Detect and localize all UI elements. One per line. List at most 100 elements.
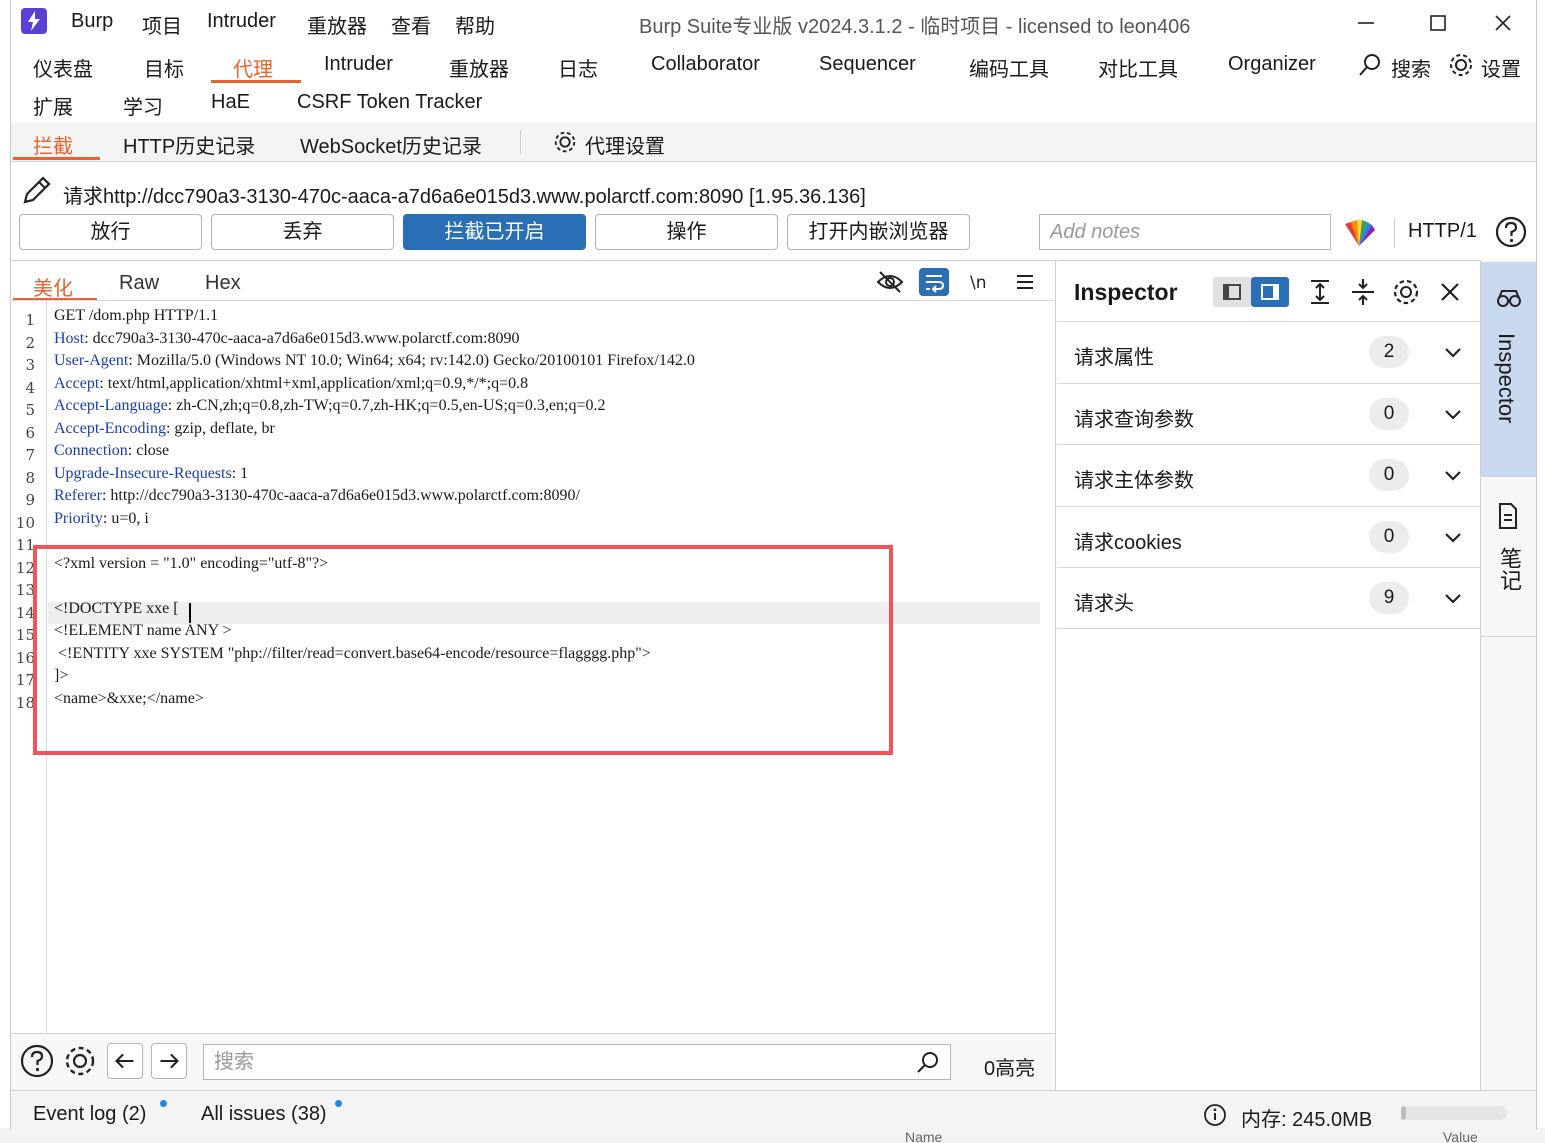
inspector-row-request-attributes[interactable]: 请求属性 2 [1057,321,1480,383]
header-key: Priority [54,509,103,527]
tab-dashboard[interactable]: 仪表盘 [33,53,93,82]
inspector-row-headers[interactable]: 请求头 9 [1057,567,1480,629]
drop-button[interactable]: 丢弃 [211,214,394,250]
issues-notification-dot [335,1100,342,1107]
annotation-highlight-box [33,545,893,755]
burp-window: Burp 项目 Intruder 重放器 查看 帮助 Burp Suite专业版… [10,0,1537,1130]
search-icon[interactable] [916,1050,940,1074]
background-window-strip: Name Value [0,1128,1545,1143]
maximize-icon[interactable] [1423,8,1453,38]
inspector-glasses-icon [1497,290,1521,307]
tab-sequencer[interactable]: Sequencer [819,53,916,76]
tab-raw[interactable]: Raw [119,272,159,295]
all-issues-button[interactable]: All issues (38) [201,1103,327,1126]
tab-csrf-token-tracker[interactable]: CSRF Token Tracker [297,91,482,114]
tab-decoder[interactable]: 编码工具 [969,53,1049,82]
search-settings-gear-icon[interactable] [62,1043,98,1079]
line-number: 15 [15,626,35,644]
tab-proxy[interactable]: 代理 [233,53,273,82]
inspector-row-cookies[interactable]: 请求cookies 0 [1057,506,1480,568]
menu-project[interactable]: 项目 [142,10,182,39]
proxy-settings-gear-icon[interactable] [551,128,579,156]
header-key: Host [54,329,85,347]
action-button[interactable]: 操作 [595,214,778,250]
tab-intercept[interactable]: 拦截 [33,130,73,159]
forward-button[interactable]: 放行 [19,214,202,250]
menu-repeater[interactable]: 重放器 [307,10,367,39]
help-icon[interactable] [19,1043,55,1079]
tab-organizer[interactable]: Organizer [1228,53,1316,76]
chevron-down-icon[interactable] [1441,402,1465,426]
svg-text:\n: \n [970,273,987,293]
active-tab-indicator [211,80,301,83]
line-number: 8 [25,468,35,487]
menu-burp[interactable]: Burp [71,10,113,33]
header-key: Connection [54,442,128,459]
layout-left-icon[interactable] [1213,277,1251,307]
tab-intruder[interactable]: Intruder [324,53,393,76]
side-tab-notes-label[interactable]: 笔记 [1493,547,1525,591]
tab-learn[interactable]: 学习 [123,91,163,120]
active-subtab-indicator [13,157,100,160]
header-value: : Mozilla/5.0 (Windows NT 10.0; Win64; x… [128,352,695,369]
chevron-down-icon[interactable] [1441,463,1465,487]
chevron-down-icon[interactable] [1441,586,1465,610]
event-log-notification-dot [160,1100,167,1107]
chevron-down-icon[interactable] [1441,525,1465,549]
menu-view[interactable]: 查看 [391,10,431,39]
tab-comparer[interactable]: 对比工具 [1098,53,1178,82]
side-tab-inspector-label: Inspector [1494,333,1519,424]
memory-usage: 内存: 245.0MB [1241,1109,1373,1130]
highlight-color-icon[interactable] [1341,216,1377,248]
global-settings-button[interactable]: 设置 [1481,53,1521,82]
menu-icon[interactable] [1010,268,1040,296]
menu-intruder[interactable]: Intruder [207,10,276,33]
tab-websocket-history[interactable]: WebSocket历史记录 [300,130,482,159]
tab-collaborator[interactable]: Collaborator [651,53,760,76]
tab-hae[interactable]: HaE [211,91,250,114]
tab-hex[interactable]: Hex [205,272,241,295]
tab-http-history[interactable]: HTTP历史记录 [123,130,255,159]
wrap-lines-icon[interactable] [919,268,949,296]
notes-input[interactable] [1039,214,1331,250]
line-number: 4 [25,378,35,397]
tab-pretty[interactable]: 美化 [33,272,73,301]
arrow-left-icon[interactable] [107,1043,143,1079]
minimize-icon[interactable] [1351,8,1381,38]
hide-eye-icon[interactable] [875,268,905,296]
close-window-icon[interactable] [1488,8,1518,38]
expand-all-icon[interactable] [1305,277,1335,307]
tab-extensions[interactable]: 扩展 [33,91,73,120]
line-number: 7 [25,446,35,464]
header-value: : close [127,442,170,459]
global-search-button[interactable]: 搜索 [1391,53,1431,82]
inspector-row-query-params[interactable]: 请求查询参数 0 [1057,383,1480,445]
intercept-toggle-button[interactable]: 拦截已开启 [403,214,586,250]
header-value: : dcc790a3-3130-470c-aaca-a7d6a6e015d3.w… [84,329,520,347]
tab-logger[interactable]: 日志 [558,53,598,82]
inspector-row-body-params[interactable]: 请求主体参数 0 [1057,444,1480,506]
tab-target[interactable]: 目标 [144,53,184,82]
tab-repeater[interactable]: 重放器 [449,53,509,82]
chevron-down-icon[interactable] [1441,340,1465,364]
http-version-label[interactable]: HTTP/1 [1408,220,1477,243]
event-log-button[interactable]: Event log (2) [33,1103,146,1126]
layout-right-icon[interactable] [1251,277,1289,307]
close-icon[interactable] [1435,277,1465,307]
arrow-right-icon[interactable] [151,1043,187,1079]
menu-help[interactable]: 帮助 [455,10,495,39]
code-line: User-Agent: Mozilla/5.0 (Windows NT 10.0… [54,352,695,370]
line-number: 16 [15,648,35,667]
open-browser-button[interactable]: 打开内嵌浏览器 [787,214,970,250]
line-number: 3 [25,356,35,374]
collapse-all-icon[interactable] [1348,277,1378,307]
info-icon [1204,1104,1226,1126]
inspector-settings-gear-icon[interactable] [1391,277,1421,307]
proxy-settings-button[interactable]: 代理设置 [585,130,665,159]
search-input[interactable] [203,1044,951,1080]
search-icon[interactable] [1357,51,1385,79]
help-icon[interactable] [1494,215,1528,249]
inspector-row-label: 请求头 [1074,593,1134,615]
gear-icon[interactable] [1446,50,1476,80]
newline-toggle-icon[interactable]: \n [966,268,996,296]
